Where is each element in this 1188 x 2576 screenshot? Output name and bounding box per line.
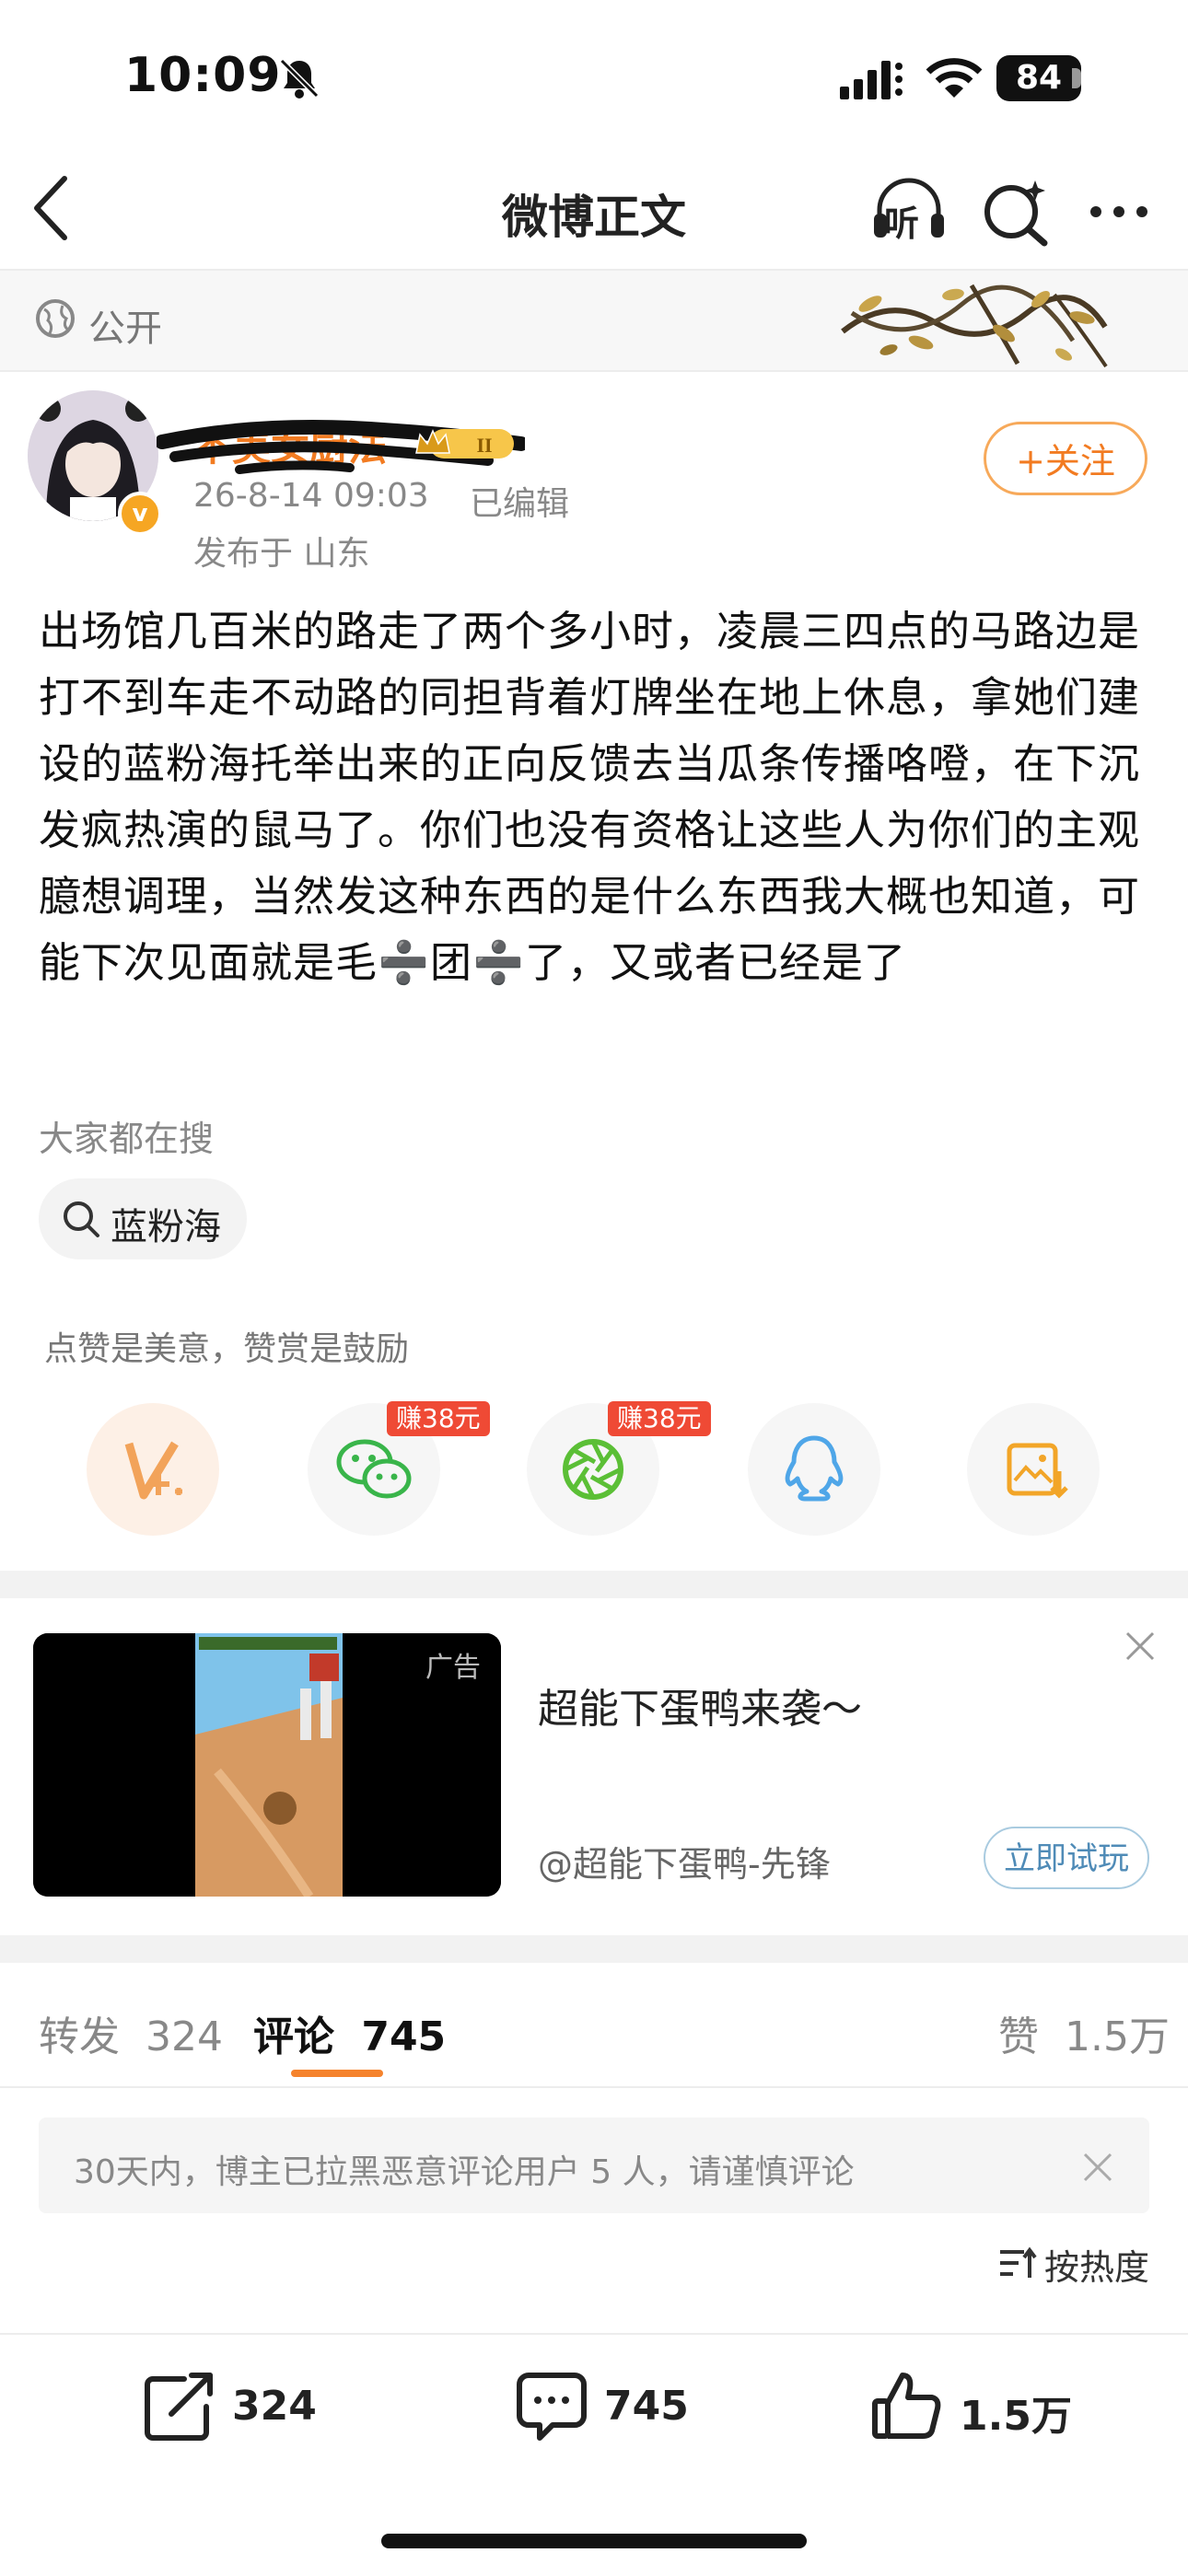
tab-comment-count: 745 xyxy=(361,2013,447,2060)
reward-hint: 点赞是美意，赞赏是鼓励 xyxy=(44,1330,410,1368)
tab-repost-count: 324 xyxy=(146,2013,223,2060)
tab-like-count: 1.5万 xyxy=(1065,2013,1170,2060)
visibility-divider xyxy=(0,370,1188,372)
follow-button[interactable]: +关注 xyxy=(984,422,1147,495)
share-qq-button[interactable] xyxy=(748,1403,880,1536)
tab-repost-label: 转发 xyxy=(39,2013,120,2060)
repost-count: 324 xyxy=(232,2383,317,2430)
battery-level: 84 xyxy=(996,55,1081,101)
ad-try-button[interactable]: 立即试玩 xyxy=(984,1827,1149,1889)
download-image-icon xyxy=(1007,1443,1068,1499)
moments-earn-tag: 赚38元 xyxy=(608,1401,711,1436)
tabs-divider xyxy=(0,2086,1188,2088)
wifi-icon xyxy=(926,58,983,98)
wechat-earn-tag: 赚38元 xyxy=(387,1401,490,1436)
repost-icon xyxy=(145,2373,213,2441)
close-notice-icon[interactable] xyxy=(1079,2149,1116,2186)
comment-bubble-icon xyxy=(517,2373,587,2441)
decorative-vine-image xyxy=(841,284,1108,368)
repost-button[interactable]: 324 xyxy=(144,2370,346,2447)
sort-icon[interactable] xyxy=(998,2245,1037,2281)
ad-title[interactable]: 超能下蛋鸭来袭～ xyxy=(538,1676,862,1735)
cellular-signal-icon xyxy=(840,61,903,99)
verified-badge: v xyxy=(118,492,162,536)
bell-muted-icon xyxy=(279,58,320,99)
hot-search-term: 蓝粉海 xyxy=(111,1206,221,1248)
like-count: 1.5万 xyxy=(960,2393,1072,2440)
ad-tag: 广告 xyxy=(425,1652,481,1684)
battery-cap xyxy=(1072,68,1081,88)
listen-label: 听 xyxy=(884,203,920,244)
edited-label: 已编辑 xyxy=(470,485,570,523)
post-location: 发布于 山东 xyxy=(193,535,370,573)
comment-count: 745 xyxy=(604,2383,689,2430)
tab-repost[interactable]: 转发 324 xyxy=(39,2003,223,2062)
member-level-badge: II xyxy=(415,429,514,458)
hot-search-title: 大家都在搜 xyxy=(39,1119,215,1159)
tab-like[interactable]: 赞 1.5万 xyxy=(998,2003,1170,2062)
reward-icon xyxy=(124,1441,182,1500)
reward-button[interactable] xyxy=(87,1403,219,1536)
active-tab-indicator xyxy=(291,2070,383,2077)
close-ad-icon[interactable] xyxy=(1122,1628,1159,1665)
home-indicator xyxy=(381,2534,807,2548)
sort-by-hot[interactable]: 按热度 xyxy=(1044,2239,1149,2290)
visibility-label: 公开 xyxy=(88,307,162,350)
status-time: 10:09 xyxy=(124,48,282,103)
badge-level: II xyxy=(476,434,492,457)
more-options-icon[interactable] xyxy=(1087,203,1151,221)
globe-icon xyxy=(36,299,75,338)
thumbs-up-icon xyxy=(872,2373,941,2439)
section-gap xyxy=(0,1571,1188,1598)
tab-comment[interactable]: 评论 745 xyxy=(253,2003,446,2062)
comment-button[interactable]: 745 xyxy=(516,2370,718,2447)
ad-source[interactable]: @超能下蛋鸭-先锋 xyxy=(538,1836,831,1886)
section-gap xyxy=(0,1935,1188,1963)
search-icon xyxy=(64,1201,99,1237)
tab-comment-label: 评论 xyxy=(253,2013,334,2060)
like-button[interactable]: 1.5万 xyxy=(871,2370,1092,2447)
save-image-button[interactable] xyxy=(967,1403,1100,1536)
post-time: 26-8-14 09:03 xyxy=(193,477,429,515)
comment-notice-text: 30天内，博主已拉黑恶意评论用户 5 人，请谨慎评论 xyxy=(74,2153,855,2191)
post-body: 出场馆几百米的路走了两个多小时，凌晨三四点的马路边是打不到车走不动路的同担背着灯… xyxy=(39,607,1141,987)
tab-like-label: 赞 xyxy=(998,2013,1039,2060)
qq-penguin-icon xyxy=(785,1435,844,1502)
ai-search-icon[interactable] xyxy=(978,177,1052,247)
